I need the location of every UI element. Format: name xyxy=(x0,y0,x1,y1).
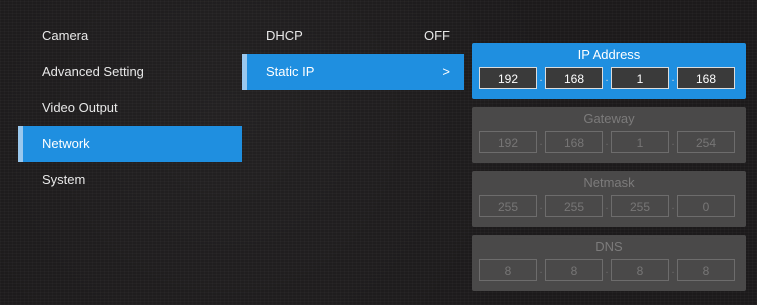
osd-screen: Camera Advanced Setting Video Output Net… xyxy=(0,0,757,305)
dhcp-row[interactable]: DHCP OFF xyxy=(242,18,464,54)
menu-item-camera[interactable]: Camera xyxy=(18,18,242,54)
octet-separator: . xyxy=(539,264,543,276)
octet-separator: . xyxy=(671,264,675,276)
octet-separator: . xyxy=(539,72,543,84)
octet-separator: . xyxy=(605,264,609,276)
ip-octet-3[interactable]: 1 xyxy=(611,67,669,89)
gateway-title: Gateway xyxy=(583,111,635,126)
gateway-fields: 192 . 168 . 1 . 254 xyxy=(472,131,746,153)
dns-panel[interactable]: DNS 8 . 8 . 8 . 8 xyxy=(472,235,746,291)
menu-item-network[interactable]: Network xyxy=(18,126,242,162)
chevron-right-icon: > xyxy=(442,64,450,79)
dns-octet-4[interactable]: 8 xyxy=(677,259,735,281)
ip-address-panel[interactable]: IP Address 192 . 168 . 1 . 168 xyxy=(472,43,746,99)
ip-octet-1[interactable]: 192 xyxy=(479,67,537,89)
static-ip-row[interactable]: Static IP > xyxy=(242,54,464,90)
netmask-octet-4[interactable]: 0 xyxy=(677,195,735,217)
ip-octet-4[interactable]: 168 xyxy=(677,67,735,89)
gateway-octet-4[interactable]: 254 xyxy=(677,131,735,153)
gateway-octet-1[interactable]: 192 xyxy=(479,131,537,153)
dns-octet-1[interactable]: 8 xyxy=(479,259,537,281)
octet-separator: . xyxy=(671,72,675,84)
octet-separator: . xyxy=(605,72,609,84)
main-menu: Camera Advanced Setting Video Output Net… xyxy=(18,18,242,198)
menu-item-video-output[interactable]: Video Output xyxy=(18,90,242,126)
menu-item-advanced-setting[interactable]: Advanced Setting xyxy=(18,54,242,90)
dns-octet-3[interactable]: 8 xyxy=(611,259,669,281)
static-ip-label: Static IP xyxy=(266,64,315,79)
network-submenu: DHCP OFF Static IP > xyxy=(242,18,464,90)
octet-separator: . xyxy=(605,136,609,148)
octet-separator: . xyxy=(605,200,609,212)
netmask-octet-3[interactable]: 255 xyxy=(611,195,669,217)
ip-octet-2[interactable]: 168 xyxy=(545,67,603,89)
netmask-octet-2[interactable]: 255 xyxy=(545,195,603,217)
netmask-title: Netmask xyxy=(583,175,635,190)
octet-separator: . xyxy=(671,200,675,212)
octet-separator: . xyxy=(539,200,543,212)
ip-address-fields: 192 . 168 . 1 . 168 xyxy=(472,67,746,89)
octet-separator: . xyxy=(671,136,675,148)
dns-title: DNS xyxy=(595,239,623,254)
netmask-octet-1[interactable]: 255 xyxy=(479,195,537,217)
netmask-fields: 255 . 255 . 255 . 0 xyxy=(472,195,746,217)
gateway-panel[interactable]: Gateway 192 . 168 . 1 . 254 xyxy=(472,107,746,163)
ip-address-title: IP Address xyxy=(577,47,641,62)
dhcp-value: OFF xyxy=(424,28,450,43)
dns-octet-2[interactable]: 8 xyxy=(545,259,603,281)
dns-fields: 8 . 8 . 8 . 8 xyxy=(472,259,746,281)
gateway-octet-2[interactable]: 168 xyxy=(545,131,603,153)
dhcp-label: DHCP xyxy=(266,28,303,43)
netmask-panel[interactable]: Netmask 255 . 255 . 255 . 0 xyxy=(472,171,746,227)
menu-item-system[interactable]: System xyxy=(18,162,242,198)
gateway-octet-3[interactable]: 1 xyxy=(611,131,669,153)
octet-separator: . xyxy=(539,136,543,148)
